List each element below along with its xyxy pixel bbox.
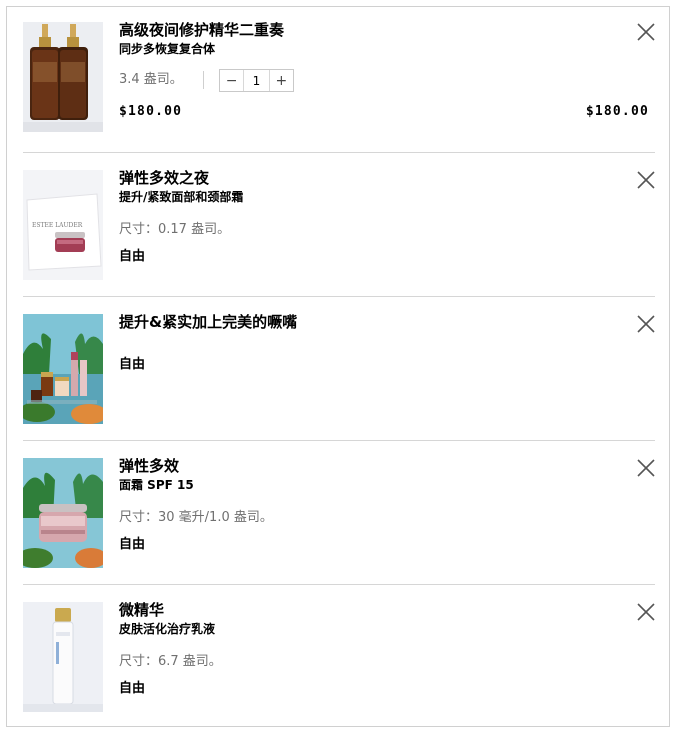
item-divider [23, 440, 655, 441]
product-size: 尺寸：0.17 盎司。 [119, 222, 231, 237]
quantity-decrement-button[interactable]: − [220, 70, 243, 91]
close-icon [637, 603, 655, 621]
product-image[interactable]: ESTEE LAUDER [23, 170, 103, 280]
product-image[interactable] [23, 602, 103, 712]
product-title[interactable]: 弹性多效 [119, 456, 179, 476]
cart-item: ESTEE LAUDER 弹性多效之夜 提升/紧致面部和颈部霜 尺寸：0.17 … [7, 155, 669, 299]
essence-bottle-icon [23, 602, 103, 712]
product-title[interactable]: 提升&紧实加上完美的噘嘴 [119, 312, 297, 332]
product-size: 尺寸：6.7 盎司。 [119, 654, 222, 669]
product-image[interactable] [23, 458, 103, 568]
product-image[interactable] [23, 22, 103, 132]
cart-item: 高级夜间修护精华二重奏 同步多恢复复合体 3.4 盎司。 − 1 + $180.… [7, 7, 669, 151]
product-title[interactable]: 弹性多效之夜 [119, 168, 209, 188]
item-divider [23, 296, 655, 297]
free-label: 自由 [119, 537, 146, 552]
close-icon [637, 315, 655, 333]
close-icon [637, 171, 655, 189]
product-title[interactable]: 微精华 [119, 600, 164, 620]
product-image[interactable] [23, 314, 103, 424]
product-subtitle: 同步多恢复复合体 [119, 42, 216, 56]
gift-set-illustration-icon [23, 314, 103, 424]
close-icon [637, 459, 655, 477]
remove-item-button[interactable] [635, 313, 657, 335]
free-label: 自由 [119, 357, 146, 372]
remove-item-button[interactable] [635, 21, 657, 43]
product-size: 尺寸：30 毫升/1.0 盎司。 [119, 510, 273, 525]
remove-item-button[interactable] [635, 457, 657, 479]
product-subtitle: 皮肤活化治疗乳液 [119, 622, 216, 636]
product-title[interactable]: 高级夜间修护精华二重奏 [119, 20, 284, 40]
unit-price: $180.00 [119, 104, 183, 119]
item-divider [23, 584, 655, 585]
product-subtitle: 面霜 SPF 15 [119, 478, 194, 492]
quantity-value[interactable]: 1 [243, 70, 270, 91]
item-divider [23, 152, 655, 153]
product-size: 3.4 盎司。 [119, 72, 183, 87]
cream-jar-box-icon: ESTEE LAUDER [23, 170, 103, 280]
remove-item-button[interactable] [635, 169, 657, 191]
quantity-stepper: − 1 + [219, 69, 294, 92]
cart-item: 弹性多效 面霜 SPF 15 尺寸：30 毫升/1.0 盎司。 自由 [7, 443, 669, 587]
close-icon [637, 23, 655, 41]
brand-wordmark: ESTEE LAUDER [32, 222, 83, 229]
serum-duo-bottles-icon [23, 22, 103, 132]
product-subtitle: 提升/紧致面部和颈部霜 [119, 190, 244, 204]
free-label: 自由 [119, 681, 146, 696]
total-price: $180.00 [585, 104, 649, 119]
cart-item: 微精华 皮肤活化治疗乳液 尺寸：6.7 盎司。 自由 [7, 587, 669, 731]
cart-panel: 高级夜间修护精华二重奏 同步多恢复复合体 3.4 盎司。 − 1 + $180.… [6, 6, 670, 727]
remove-item-button[interactable] [635, 601, 657, 623]
free-label: 自由 [119, 249, 146, 264]
cart-item: 提升&紧实加上完美的噘嘴 自由 [7, 299, 669, 443]
quantity-increment-button[interactable]: + [270, 70, 293, 91]
divider-vertical [203, 71, 204, 89]
cream-jar-illustration-icon [23, 458, 103, 568]
